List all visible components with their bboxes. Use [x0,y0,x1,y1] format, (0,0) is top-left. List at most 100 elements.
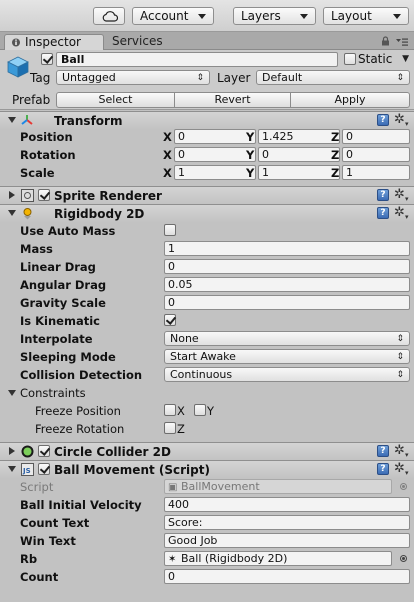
object-picker-icon[interactable] [400,555,407,562]
tab-services[interactable]: Services [110,34,163,50]
win-text-input[interactable]: Good Job [164,533,410,548]
gear-icon[interactable]: ✲ [394,206,408,225]
linear-drag-label: Linear Drag [20,260,96,274]
mass-input[interactable]: 1 [164,241,410,256]
help-icon[interactable]: ? [377,189,389,201]
is-kinematic-checkbox[interactable] [164,314,176,326]
prefab-select-button[interactable]: Select [56,92,175,108]
layer-value: Default [262,71,303,84]
rotation-z-input[interactable]: 0 [342,147,410,162]
cloud-icon [102,11,118,22]
circle-collider-title: Circle Collider 2D [54,445,171,459]
prefab-apply-button[interactable]: Apply [290,92,410,108]
layout-dropdown[interactable]: Layout [323,7,409,25]
ball-movement-enabled-checkbox[interactable] [38,463,50,475]
collision-detection-dropdown[interactable]: Continuous ⇕ [164,367,410,382]
rigidbody-icon: ✶ [168,554,177,565]
sleeping-mode-dropdown[interactable]: Start Awake ⇕ [164,349,410,364]
object-name-input[interactable]: Ball [56,52,338,67]
rb-object-field[interactable]: ✶ Ball (Rigidbody 2D) [164,551,392,566]
ball-movement-header[interactable]: JS Ball Movement (Script) ? ✲ [0,460,414,481]
gear-icon[interactable]: ✲ [394,444,408,463]
help-icon[interactable]: ? [377,445,389,457]
foldout-open-icon[interactable] [8,466,16,472]
angular-drag-label: Angular Drag [20,278,107,292]
sprite-renderer-header[interactable]: Sprite Renderer ? ✲ [0,186,414,207]
circle-collider-enabled-checkbox[interactable] [38,445,50,457]
layer-label: Layer [217,71,251,85]
foldout-open-icon[interactable] [8,117,16,123]
freeze-rotation-z-checkbox[interactable] [164,422,176,434]
scale-y-input[interactable]: 1 [258,165,340,180]
tab-inspector[interactable]: Inspector [4,34,104,50]
scale-z-input[interactable]: 1 [342,165,410,180]
position-z-label: Z [331,130,340,144]
scale-y-label: Y [246,166,255,180]
foldout-open-icon[interactable] [8,210,16,216]
rb-value: Ball (Rigidbody 2D) [181,552,288,565]
foldout-closed-icon[interactable] [9,447,15,455]
help-icon[interactable]: ? [377,463,389,475]
sleeping-mode-value: Start Awake [170,350,236,363]
scale-x-label: X [163,166,172,180]
freeze-position-x-label: X [177,404,185,418]
tab-bar: Inspector Services [0,32,414,50]
interpolate-label: Interpolate [20,332,93,346]
use-auto-mass-checkbox[interactable] [164,224,176,236]
rigidbody-header[interactable]: Rigidbody 2D ? ✲ [0,204,414,225]
static-checkbox[interactable] [344,53,356,65]
menu-icon[interactable] [396,38,408,46]
gear-icon[interactable]: ✲ [394,188,408,207]
transform-header[interactable]: Transform ? ✲ [0,111,414,132]
layers-dropdown[interactable]: Layers [233,7,316,25]
circle-collider-header[interactable]: Circle Collider 2D ? ✲ [0,442,414,463]
script-icon: JS [21,463,34,476]
chevron-down-icon [198,14,206,19]
gear-icon[interactable]: ✲ [394,113,408,132]
constraints-foldout-icon[interactable] [8,390,16,396]
layer-dropdown[interactable]: Default ⇕ [256,70,410,85]
freeze-position-y-checkbox[interactable] [194,404,206,416]
position-label: Position [20,130,73,144]
position-z-input[interactable]: 0 [342,129,410,144]
position-x-input[interactable]: 0 [174,129,256,144]
rotation-x-input[interactable]: 0 [174,147,256,162]
angular-drag-input[interactable]: 0.05 [164,277,410,292]
info-icon [12,38,20,47]
scale-x-input[interactable]: 1 [174,165,256,180]
count-input[interactable]: 0 [164,569,410,584]
svg-text:JS: JS [22,467,31,475]
rotation-y-input[interactable]: 0 [258,147,340,162]
help-icon[interactable]: ? [377,114,389,126]
account-dropdown[interactable]: Account [132,7,214,25]
constraints-label: Constraints [20,386,86,400]
initial-velocity-input[interactable]: 400 [164,497,410,512]
cube-icon [7,56,29,78]
sleeping-mode-label: Sleeping Mode [20,350,116,364]
position-y-label: Y [246,130,255,144]
lock-icon[interactable] [381,36,390,46]
foldout-closed-icon[interactable] [9,191,15,199]
sprite-renderer-enabled-checkbox[interactable] [38,189,50,201]
updown-icon: ⇕ [196,73,204,83]
layers-label: Layers [241,9,281,23]
help-icon[interactable]: ? [377,207,389,219]
tag-dropdown[interactable]: Untagged ⇕ [56,70,210,85]
linear-drag-input[interactable]: 0 [164,259,410,274]
script-label: Script [20,480,54,494]
updown-icon: ⇕ [396,370,404,380]
is-kinematic-label: Is Kinematic [20,314,100,328]
interpolate-dropdown[interactable]: None ⇕ [164,331,410,346]
tab-services-label: Services [112,34,163,48]
collision-detection-value: Continuous [170,368,233,381]
freeze-position-x-checkbox[interactable] [164,404,176,416]
active-checkbox[interactable] [41,53,53,65]
position-y-input[interactable]: 1.425 [258,129,340,144]
count-text-input[interactable]: Score: [164,515,410,530]
static-dropdown[interactable]: ▼ [398,52,410,67]
gear-icon[interactable]: ✲ [394,462,408,481]
prefab-revert-button[interactable]: Revert [174,92,291,108]
script-value: BallMovement [181,480,260,493]
cloud-button[interactable] [93,7,125,25]
gravity-scale-input[interactable]: 0 [164,295,410,310]
